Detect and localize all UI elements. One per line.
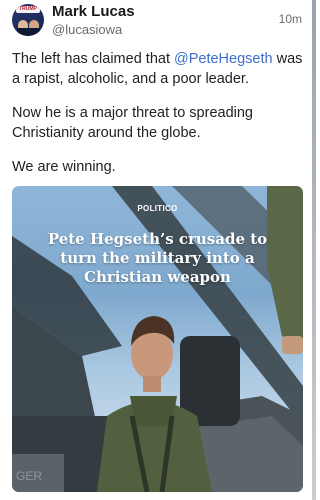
article-headline: Pete Hegseth’s crusade to turn the milit…	[47, 230, 268, 286]
avatar[interactable]: TRUMP	[12, 4, 44, 36]
jet-marking: GER	[16, 469, 42, 483]
post-text-paragraph-1: The left has claimed that @PeteHegseth w…	[12, 49, 304, 89]
author-handle[interactable]: @lucasiowa	[52, 22, 122, 37]
post-text-paragraph-3: We are winning.	[12, 159, 116, 175]
post-text-paragraph-2: Now he is a major threat to spreading Ch…	[12, 105, 253, 141]
author-name[interactable]: Mark Lucas	[52, 3, 135, 20]
mention-link[interactable]: @PeteHegseth	[174, 51, 273, 67]
avatar-badge: TRUMP	[16, 6, 40, 13]
post-text-intro: The left has claimed that	[12, 51, 174, 67]
post-media-image[interactable]: GER POLITICO Pete Hegseth’s crusade to t…	[12, 186, 303, 492]
post-timestamp[interactable]: 10m	[279, 12, 302, 26]
scrollbar[interactable]	[312, 0, 316, 500]
source-label: POLITICO	[137, 204, 178, 213]
